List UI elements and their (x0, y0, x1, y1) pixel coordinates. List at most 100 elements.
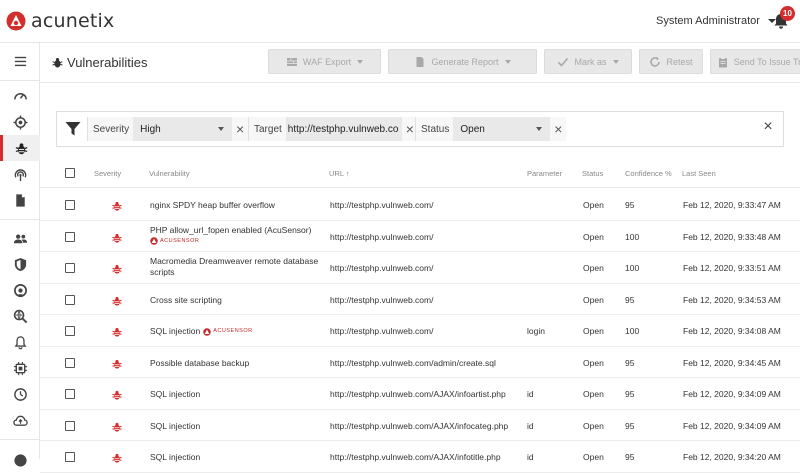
status-cell: Open (583, 326, 604, 336)
logo-text: acunetix (31, 10, 114, 32)
bug-icon (111, 263, 123, 275)
table-row[interactable]: nginx SPDY heap buffer overflowhttp://te… (40, 189, 800, 221)
row-checkbox[interactable] (65, 326, 75, 336)
logo[interactable]: acunetix (6, 10, 114, 32)
vulnerability-name[interactable]: Cross site scripting (150, 295, 222, 306)
mark-as-button[interactable]: Mark as (544, 49, 632, 74)
retest-button[interactable]: Retest (639, 49, 703, 74)
shield-icon (13, 257, 28, 272)
table-row[interactable]: SQL injectionhttp://testphp.vulnweb.com/… (40, 441, 800, 473)
top-bar: acunetix System Administrator 10 (0, 0, 800, 43)
notification-badge: 10 (780, 6, 795, 21)
select-all-checkbox[interactable] (65, 168, 75, 178)
target-icon (13, 115, 28, 130)
refresh-icon (649, 56, 661, 68)
sidebar-item-network[interactable] (0, 277, 40, 303)
severity-filter-clear-icon[interactable]: × (232, 117, 248, 141)
vulnerability-name[interactable]: SQL injectionACUSENSOR (150, 326, 253, 337)
vulnerability-name-text: SQL injection (150, 389, 200, 399)
status-select[interactable]: Open (453, 117, 550, 141)
sidebar-item-info[interactable] (0, 447, 40, 473)
row-checkbox[interactable] (65, 389, 75, 399)
table-row[interactable]: SQL injectionhttp://testphp.vulnweb.com/… (40, 410, 800, 442)
acusensor-label: ACUSENSOR (160, 236, 199, 247)
sidebar-item-targets[interactable] (0, 109, 40, 135)
sidebar-item-settings[interactable] (0, 355, 40, 381)
column-header-url[interactable]: URL ↑ (329, 169, 350, 178)
vulnerability-name[interactable]: nginx SPDY heap buffer overflow (150, 200, 275, 211)
checkmark-icon (557, 56, 569, 68)
table-row[interactable]: SQL injection http://testphp.vulnweb.com/… (40, 378, 800, 410)
column-header-severity[interactable]: Severity (94, 169, 121, 178)
column-header-vulnerability[interactable]: Vulnerability (149, 169, 190, 178)
filter-bar: Severity High × Target http://testphp.vu… (56, 111, 784, 147)
sidebar-item-reports[interactable] (0, 187, 40, 213)
generate-report-button[interactable]: Generate Report (388, 49, 537, 74)
table-row[interactable]: PHP allow_url_fopen enabled (AcuSensor)A… (40, 221, 800, 253)
info-icon (13, 453, 28, 468)
row-checkbox[interactable] (65, 358, 75, 368)
high-severity-bug-icon (111, 294, 123, 306)
target-input[interactable]: http://testphp.vulnweb.co (286, 117, 402, 141)
table-row[interactable]: Possible database backuphttp://testphp.v… (40, 347, 800, 379)
table-row[interactable]: SQL injectionACUSENSOR http://testphp.vul… (40, 315, 800, 347)
column-header-last-seen[interactable]: Last Seen (682, 169, 716, 178)
sidebar-item-vulnerabilities[interactable] (0, 135, 40, 161)
row-checkbox[interactable] (65, 200, 75, 210)
vulnerability-name-text: SQL injection (150, 421, 200, 431)
last-seen-cell: Feb 12, 2020, 9:33:47 AM (683, 200, 781, 210)
severity-select[interactable]: High (133, 117, 232, 141)
last-seen-cell: Feb 12, 2020, 9:34:09 AM (683, 421, 781, 431)
confidence-cell: 95 (625, 389, 634, 399)
mark-as-label: Mark as (574, 57, 606, 67)
high-severity-bug-icon (111, 199, 123, 211)
vulnerability-name[interactable]: SQL injection (150, 421, 200, 432)
chevron-down-icon (536, 127, 542, 131)
vulnerability-name[interactable]: Possible database backup (150, 358, 249, 369)
row-checkbox[interactable] (65, 263, 75, 273)
send-to-issue-tracker-button[interactable]: Send To Issue Tracker (710, 49, 800, 74)
menu-toggle[interactable] (0, 48, 40, 74)
high-severity-bug-icon (111, 357, 123, 369)
row-checkbox[interactable] (65, 232, 75, 242)
table-row[interactable]: Cross site scriptinghttp://testphp.vulnw… (40, 284, 800, 316)
waf-export-button[interactable]: WAF Export (268, 49, 381, 74)
target-filter-label: Target (249, 124, 286, 135)
row-checkbox[interactable] (65, 421, 75, 431)
severity-select-value: High (140, 124, 161, 135)
column-header-confidence[interactable]: Confidence % (625, 169, 672, 178)
vulnerability-name[interactable]: SQL injection (150, 389, 200, 400)
vulnerability-name[interactable]: SQL injection (150, 452, 200, 463)
vulnerability-name-text: SQL injection (150, 452, 200, 462)
url-cell: http://testphp.vulnweb.com/AJAX/infoarti… (330, 389, 506, 399)
sidebar-item-scans[interactable] (0, 161, 40, 187)
status-filter-clear-icon[interactable]: × (550, 117, 566, 141)
bug-icon (14, 141, 29, 156)
last-seen-cell: Feb 12, 2020, 9:33:48 AM (683, 232, 781, 242)
send-to-issue-tracker-label: Send To Issue Tracker (734, 57, 800, 67)
confidence-cell: 100 (625, 232, 639, 242)
column-header-parameter[interactable]: Parameter (527, 169, 562, 178)
sidebar-item-security[interactable] (0, 251, 40, 277)
vulnerability-name[interactable]: Macromedia Dreamweaver remote databasesc… (150, 256, 318, 278)
row-checkbox[interactable] (65, 452, 75, 462)
sidebar-item-notifications[interactable] (0, 329, 40, 355)
sidebar-item-discovery[interactable] (0, 303, 40, 329)
row-checkbox[interactable] (65, 295, 75, 305)
chevron-down-icon (218, 127, 224, 131)
last-seen-cell: Feb 12, 2020, 9:34:45 AM (683, 358, 781, 368)
vulnerability-name[interactable]: PHP allow_url_fopen enabled (AcuSensor)A… (150, 225, 311, 247)
clock-icon (13, 387, 28, 402)
status-cell: Open (583, 358, 604, 368)
column-header-status[interactable]: Status (582, 169, 603, 178)
filter-funnel-icon[interactable] (65, 121, 81, 137)
sidebar-item-users[interactable] (0, 225, 40, 251)
parameter-cell: login (527, 326, 545, 336)
sidebar-item-history[interactable] (0, 381, 40, 407)
table-row[interactable]: Macromedia Dreamweaver remote databasesc… (40, 252, 800, 284)
user-menu[interactable]: System Administrator (656, 15, 776, 27)
clear-all-filters-icon[interactable]: × (761, 120, 775, 134)
sidebar-item-dashboard[interactable] (0, 83, 40, 109)
url-cell: http://testphp.vulnweb.com/ (330, 326, 433, 336)
sidebar-item-cloud[interactable] (0, 407, 40, 433)
